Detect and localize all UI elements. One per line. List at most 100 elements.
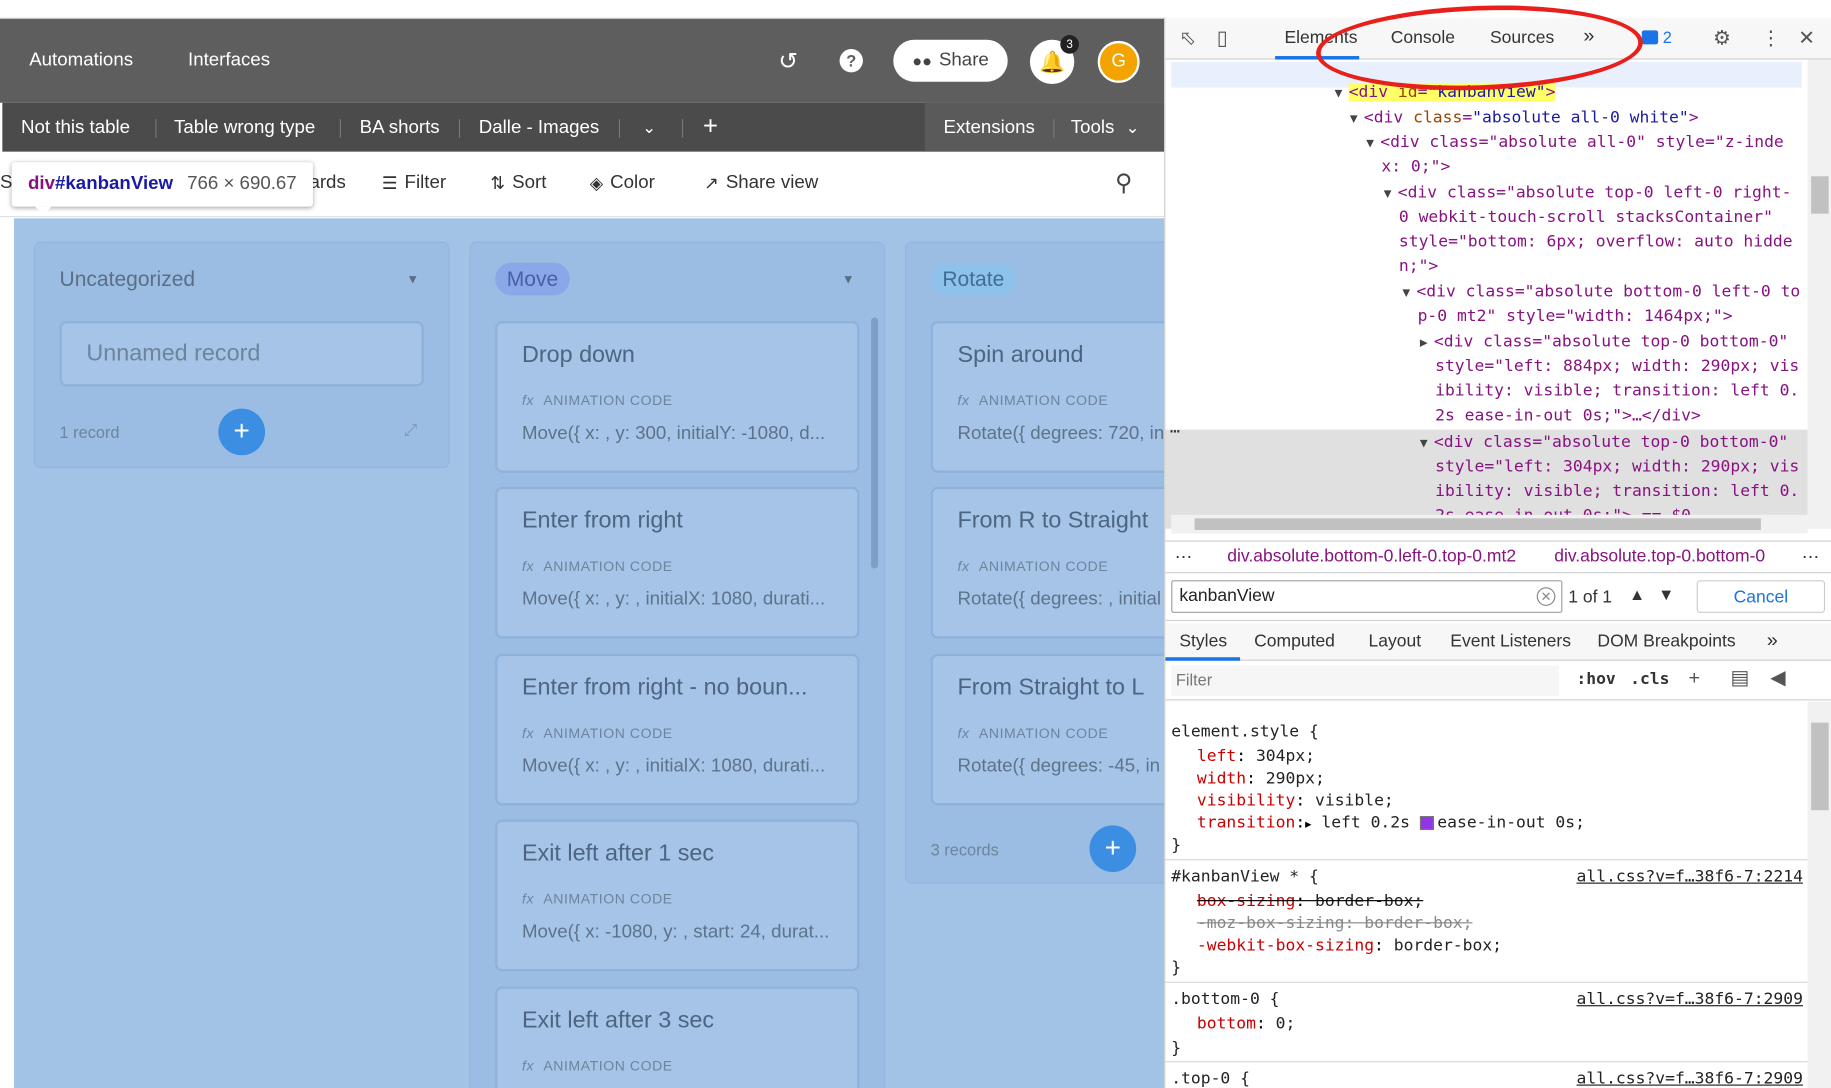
close-icon[interactable]: ✕ [1798, 27, 1815, 50]
dom-node-kanban[interactable]: ▼ <div id="kanbanView"> [1335, 81, 1556, 106]
chevron-up-icon[interactable]: ▲ [1629, 585, 1645, 604]
dom-node[interactable]: ▶ <div class="absolute top-0 bottom-0" [1420, 330, 1788, 355]
style-declaration[interactable]: width: 290px; [1197, 768, 1325, 790]
dom-node[interactable]: ▼ <div class="absolute all-0 white"> [1350, 106, 1699, 131]
hov-toggle[interactable]: :hov [1576, 670, 1615, 689]
sort-button[interactable]: ⇅ Sort [490, 173, 546, 194]
rule-source-link[interactable]: all.css?v=f…38f6-7:2909 [1577, 989, 1803, 1011]
notifications-button[interactable]: 🔔 3 [1029, 35, 1079, 85]
style-declaration[interactable]: transition:▶ left 0.2s ease-in-out 0s; [1197, 813, 1585, 838]
tab-console[interactable]: Console [1391, 28, 1455, 48]
paint-brush-icon[interactable]: ▤ [1731, 667, 1750, 690]
nav-interfaces[interactable]: Interfaces [188, 50, 270, 71]
caret-down-icon[interactable]: ▼ [406, 273, 419, 287]
dom-node[interactable]: ▼ <div class="absolute bottom-0 left-0 to [1402, 280, 1800, 305]
scroll-thumb[interactable] [1811, 176, 1829, 214]
dom-line: ibility: visible; transition: left 0. [1435, 482, 1800, 501]
add-table-icon[interactable]: + [703, 111, 718, 141]
style-declaration[interactable]: -webkit-box-sizing: border-box; [1197, 935, 1502, 957]
help-icon[interactable]: ? [834, 43, 869, 78]
record-card[interactable]: Exit left after 3 sec fx ANIMATION CODE [495, 986, 860, 1088]
scroll-thumb[interactable] [1194, 518, 1761, 530]
styles-filter-input[interactable]: Filter [1171, 665, 1559, 696]
record-card[interactable]: From R to Straight fx ANIMATION CODE Rota… [930, 486, 1165, 639]
gear-icon[interactable]: ⚙ [1713, 27, 1731, 50]
dom-node[interactable]: ▼ <div class="absolute top-0 left-0 right… [1384, 181, 1792, 206]
tab-elements[interactable]: Elements [1284, 28, 1357, 48]
nav-automations[interactable]: Automations [29, 50, 133, 71]
tab-event-listeners[interactable]: Event Listeners [1450, 632, 1571, 652]
sidebar-toggle-icon[interactable]: ◀ [1770, 667, 1785, 690]
tab-table-wrong-type[interactable]: Table wrong type [174, 118, 315, 139]
column-scrollbar[interactable] [871, 317, 879, 569]
inspect-icon[interactable]: ⬁ [1179, 27, 1196, 50]
tab-dom-breakpoints[interactable]: DOM Breakpoints [1597, 632, 1735, 652]
cls-toggle[interactable]: .cls [1630, 670, 1669, 689]
tab-not-this-table[interactable]: Not this table [21, 118, 130, 139]
filter-icon: ☰ [381, 173, 398, 194]
device-toggle-icon[interactable]: ▯ [1217, 27, 1228, 50]
tab-layout[interactable]: Layout [1369, 632, 1422, 652]
add-record-button[interactable]: + [1089, 825, 1137, 873]
tab-dalle-images[interactable]: Dalle - Images [479, 118, 599, 139]
record-card[interactable]: Unnamed record [59, 321, 424, 387]
more-tabs-icon[interactable]: » [1767, 629, 1778, 652]
tab-computed[interactable]: Computed [1254, 632, 1335, 652]
style-declaration[interactable]: -moz-box-sizing: border-box; [1197, 913, 1473, 935]
styles-scrollbar[interactable] [1807, 701, 1831, 1088]
record-card[interactable]: Spin around fx ANIMATION CODE Rotate({ de… [930, 321, 1165, 473]
extensions-button[interactable]: Extensions [944, 118, 1035, 139]
history-icon[interactable]: ↺ [771, 43, 806, 78]
scroll-thumb[interactable] [1811, 722, 1829, 811]
style-declaration[interactable]: visibility: visible; [1197, 790, 1394, 812]
card-title: From Straight to L [957, 674, 1145, 701]
style-declaration[interactable]: left: 304px; [1197, 746, 1315, 768]
avatar[interactable]: G [1097, 40, 1140, 83]
record-card[interactable]: Enter from right - no boun... fx ANIMATIO… [495, 653, 860, 806]
tools-button[interactable]: Tools [1071, 118, 1115, 139]
record-card[interactable]: Enter from right fx ANIMATION CODE Move({… [495, 486, 860, 639]
style-declaration[interactable]: bottom: 0; [1197, 1013, 1295, 1035]
chevron-down-icon[interactable]: ⌄ [1126, 118, 1140, 138]
record-card[interactable]: Exit left after 1 sec fx ANIMATION CODE M… [495, 819, 860, 972]
record-card[interactable]: From Straight to L fx ANIMATION CODE Rota… [930, 653, 1165, 806]
dom-node-selected[interactable]: ▼ <div class="absolute top-0 bottom-0" [1420, 431, 1788, 456]
add-record-button[interactable]: + [218, 408, 266, 456]
dom-scrollbar[interactable] [1807, 59, 1831, 529]
formula-icon: fx [957, 392, 970, 409]
rule-source-link[interactable]: all.css?v=f…38f6-7:2909 [1577, 1068, 1803, 1088]
ellipsis-icon[interactable]: ⋯ [1175, 546, 1193, 568]
style-declaration[interactable]: box-sizing: border-box; [1197, 891, 1423, 913]
caret-down-icon[interactable]: ▼ [842, 273, 855, 287]
clear-icon[interactable]: ✕ [1536, 587, 1556, 606]
expand-icon[interactable]: ⤢ [404, 420, 417, 440]
more-tabs-icon[interactable]: » [1583, 25, 1594, 48]
kebab-menu-icon[interactable]: ⋮ [1761, 27, 1781, 50]
filter-button[interactable]: ☰ Filter [382, 173, 446, 194]
chevron-down-icon[interactable]: ⌄ [642, 118, 656, 138]
add-rule-icon[interactable]: + [1688, 667, 1700, 690]
chevron-down-icon[interactable]: ▼ [1658, 585, 1674, 604]
tab-styles[interactable]: Styles [1179, 632, 1227, 652]
easing-swatch-icon[interactable] [1419, 816, 1434, 831]
messages-badge[interactable]: 2 [1641, 28, 1672, 47]
rule-source-link[interactable]: all.css?v=f…38f6-7:2214 [1577, 866, 1803, 888]
search-icon[interactable]: ⚲ [1115, 168, 1132, 197]
dom-search-input[interactable]: kanbanView [1171, 580, 1563, 613]
card-title: Exit left after 3 sec [521, 1007, 715, 1034]
tab-sources[interactable]: Sources [1490, 28, 1554, 48]
field-label: fx ANIMATION CODE [521, 392, 673, 409]
tab-ba-shorts[interactable]: BA shorts [360, 118, 440, 139]
dom-node[interactable]: ▼ <div class="absolute all-0" style="z-in… [1366, 131, 1784, 156]
formula-icon: fx [521, 1057, 535, 1075]
dom-horizontal-scrollbar[interactable] [1171, 514, 1808, 534]
color-button[interactable]: ◈ Color [590, 173, 655, 194]
breadcrumb-item[interactable]: div.absolute.bottom-0.left-0.top-0.mt2 [1227, 546, 1516, 566]
ellipsis-icon[interactable]: ⋯ [1802, 546, 1820, 568]
cancel-search-button[interactable]: Cancel [1696, 580, 1826, 613]
share-view-button[interactable]: ↗ Share view [704, 173, 818, 194]
breadcrumb-item[interactable]: div.absolute.top-0.bottom-0 [1554, 546, 1765, 566]
share-button[interactable]: ●● Share [893, 39, 1008, 82]
ellipsis-icon[interactable]: ⋯ [1170, 420, 1180, 445]
record-card[interactable]: Drop down fx ANIMATION CODE Move({ x: , y… [495, 321, 860, 473]
